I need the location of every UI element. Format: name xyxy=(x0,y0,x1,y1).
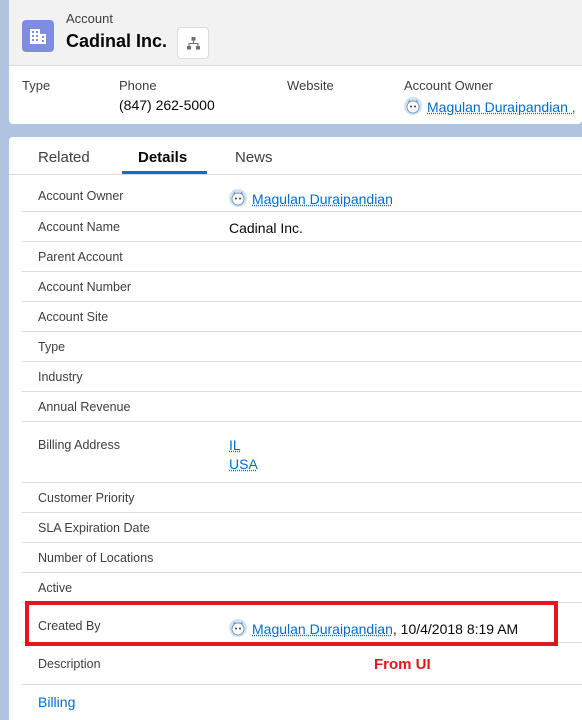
user-avatar-icon xyxy=(404,97,422,115)
field-label: Account Owner xyxy=(38,189,124,203)
field-row-customer-priority: Customer Priority xyxy=(22,483,582,513)
field-label: Description xyxy=(38,657,101,671)
account-building-icon xyxy=(22,20,54,52)
field-label: Account Name xyxy=(38,220,120,234)
owner-link[interactable]: Magulan Duraipandian xyxy=(252,191,393,207)
annotation-highlight-box xyxy=(25,601,558,646)
tab-bar: Related Details News xyxy=(9,137,582,175)
field-label: Industry xyxy=(38,370,83,384)
active-tab-indicator xyxy=(122,171,207,174)
field-row-account-name: Account Name Cadinal Inc. xyxy=(22,212,582,242)
highlight-phone-value[interactable]: (847) 262-5000 xyxy=(119,97,215,113)
highlight-website: Website xyxy=(287,78,334,93)
field-row-description: Description xyxy=(22,643,582,685)
field-label: Annual Revenue xyxy=(38,400,131,414)
field-row-account-owner: Account Owner Magulan Duraipandian xyxy=(22,182,582,212)
field-label: Number of Locations xyxy=(38,551,154,565)
highlight-account-owner-label: Account Owner xyxy=(404,78,493,93)
annotation-text: From UI xyxy=(374,656,431,673)
tab-details[interactable]: Details xyxy=(138,149,187,166)
highlight-type: Type xyxy=(22,78,50,93)
field-row-number-of-locations: Number of Locations xyxy=(22,543,582,573)
field-label: Type xyxy=(38,340,66,354)
field-label: Active xyxy=(38,581,73,595)
field-row-annual-revenue: Annual Revenue xyxy=(22,392,582,422)
field-label: SLA Expiration Date xyxy=(38,521,150,535)
field-value: Cadinal Inc. xyxy=(229,220,303,236)
highlight-type-label: Type xyxy=(22,78,51,93)
field-label: Parent Account xyxy=(38,250,123,264)
record-name: Cadinal Inc. xyxy=(66,31,168,51)
account-owner-link[interactable]: Magulan Duraipandian , xyxy=(427,99,576,115)
field-row-sla-expiration-date: SLA Expiration Date xyxy=(22,513,582,543)
record-title-bar: Account Cadinal Inc. xyxy=(9,0,582,66)
object-type-label: Account xyxy=(66,11,113,26)
field-label: Billing Address xyxy=(38,438,120,452)
user-avatar-icon xyxy=(229,189,247,207)
field-row-account-number: Account Number xyxy=(22,272,582,302)
highlight-website-label: Website xyxy=(287,78,334,93)
field-row-account-site: Account Site xyxy=(22,302,582,332)
field-row-billing-address: Billing Address IL USA xyxy=(22,422,582,483)
section-billing[interactable]: Billing xyxy=(38,694,75,710)
field-value: Magulan Duraipandian xyxy=(229,189,393,207)
tab-news[interactable]: News xyxy=(235,149,273,166)
field-row-type: Type xyxy=(22,332,582,362)
field-label: Customer Priority xyxy=(38,491,135,505)
view-hierarchy-button[interactable] xyxy=(177,27,209,59)
highlight-phone: Phone (847) 262-5000 xyxy=(119,78,215,113)
hierarchy-icon xyxy=(187,37,200,50)
field-row-parent-account: Parent Account xyxy=(22,242,582,272)
field-row-active: Active xyxy=(22,573,582,603)
highlight-phone-label: Phone xyxy=(119,78,157,93)
field-label: Account Number xyxy=(38,280,132,294)
highlight-account-owner: Account Owner Magulan Duraipandian , xyxy=(404,78,576,115)
billing-address-line1[interactable]: IL xyxy=(229,437,241,453)
field-label: Account Site xyxy=(38,310,109,324)
billing-address-line2[interactable]: USA xyxy=(229,456,258,472)
field-row-industry: Industry xyxy=(22,362,582,392)
tab-related[interactable]: Related xyxy=(38,149,90,166)
highlight-account-owner-value: Magulan Duraipandian , xyxy=(404,97,576,115)
record-header: Account Cadinal Inc. Type Phone (847) 26… xyxy=(9,0,582,124)
